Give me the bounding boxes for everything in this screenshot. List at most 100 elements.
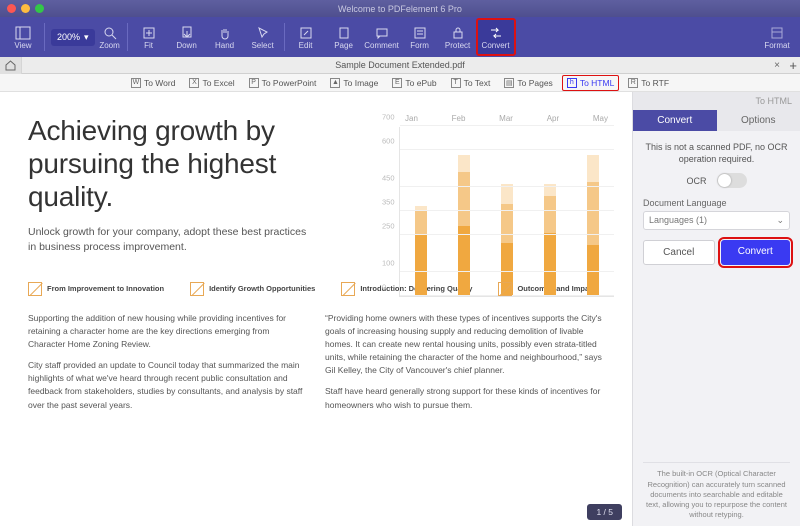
ppt-icon: P bbox=[249, 78, 259, 88]
feature-icon bbox=[498, 282, 512, 296]
html-icon: h bbox=[567, 78, 577, 88]
y-tick: 0 bbox=[382, 283, 386, 292]
month-label: Jan bbox=[405, 114, 418, 123]
y-tick: 100 bbox=[382, 258, 395, 267]
select-label: Select bbox=[251, 41, 273, 50]
to-epub-button[interactable]: ETo ePub bbox=[387, 75, 441, 91]
bar bbox=[458, 155, 470, 296]
page-indicator: 1 / 5 bbox=[587, 504, 622, 520]
document-canvas[interactable]: Achieving growth by pursuing the highest… bbox=[0, 92, 632, 526]
word-icon: W bbox=[131, 78, 141, 88]
body-columns: Supporting the addition of new housing w… bbox=[28, 312, 604, 420]
cancel-button[interactable]: Cancel bbox=[643, 240, 715, 265]
to-word-button[interactable]: WTo Word bbox=[126, 75, 181, 91]
month-label: May bbox=[593, 114, 608, 123]
feature-icon bbox=[28, 282, 42, 296]
page-label: Page bbox=[334, 41, 353, 50]
protect-button[interactable]: Protect bbox=[439, 19, 477, 55]
view-label: View bbox=[14, 41, 31, 50]
view-button[interactable]: View bbox=[4, 19, 42, 55]
epub-icon: E bbox=[392, 78, 402, 88]
convert-subbar: WTo Word XTo Excel PTo PowerPoint ▲To Im… bbox=[0, 74, 800, 92]
divider bbox=[284, 23, 285, 51]
hand-label: Hand bbox=[215, 41, 234, 50]
form-button[interactable]: Form bbox=[401, 19, 439, 55]
excel-icon: X bbox=[189, 78, 199, 88]
minimize-window-button[interactable] bbox=[21, 4, 30, 13]
format-button[interactable]: Format bbox=[758, 19, 796, 55]
window-title: Welcome to PDFelement 6 Pro bbox=[0, 4, 800, 14]
comment-label: Comment bbox=[364, 41, 399, 50]
feature-icon bbox=[190, 282, 204, 296]
language-select[interactable]: Languages (1)⌄ bbox=[643, 211, 790, 230]
select-button[interactable]: Select bbox=[244, 19, 282, 55]
feature-item: From Improvement to Innovation bbox=[28, 282, 164, 296]
edit-button[interactable]: Edit bbox=[287, 19, 325, 55]
y-tick: 350 bbox=[382, 198, 395, 207]
to-rtf-button[interactable]: RTo RTF bbox=[623, 75, 674, 91]
zoom-button[interactable]: Zoom bbox=[95, 19, 125, 55]
fit-label: Fit bbox=[144, 41, 153, 50]
form-label: Form bbox=[410, 41, 429, 50]
pane-tab-convert[interactable]: Convert bbox=[633, 110, 717, 131]
chart: JanFebMarAprMay 0100250350450600700 bbox=[399, 114, 614, 304]
home-tab[interactable] bbox=[0, 57, 22, 74]
pane-title: To HTML bbox=[633, 92, 800, 110]
to-pages-button[interactable]: ▤To Pages bbox=[499, 75, 557, 91]
zoom-label: Zoom bbox=[99, 41, 119, 50]
ocr-toggle[interactable] bbox=[717, 173, 747, 188]
y-tick: 450 bbox=[382, 173, 395, 182]
col2-p1: “Providing home owners with these types … bbox=[325, 312, 604, 378]
close-window-button[interactable] bbox=[7, 4, 16, 13]
col1-p1: Supporting the addition of new housing w… bbox=[28, 312, 307, 352]
bar bbox=[544, 184, 556, 296]
ocr-label: OCR bbox=[687, 176, 707, 186]
bar bbox=[501, 184, 513, 296]
titlebar: Welcome to PDFelement 6 Pro bbox=[0, 0, 800, 17]
tab-close-button[interactable]: × bbox=[774, 60, 780, 71]
down-label: Down bbox=[176, 41, 196, 50]
fit-button[interactable]: Fit bbox=[130, 19, 168, 55]
divider bbox=[44, 23, 45, 51]
document-tabbar: Sample Document Extended.pdf × + bbox=[0, 57, 800, 74]
bar bbox=[587, 155, 599, 296]
y-tick: 250 bbox=[382, 222, 395, 231]
pages-icon: ▤ bbox=[504, 78, 514, 88]
side-pane: To HTML Convert Options This is not a sc… bbox=[632, 92, 800, 526]
rtf-icon: R bbox=[628, 78, 638, 88]
new-tab-button[interactable]: + bbox=[789, 58, 797, 73]
month-label: Feb bbox=[452, 114, 466, 123]
divider bbox=[127, 23, 128, 51]
month-label: Mar bbox=[499, 114, 513, 123]
to-excel-button[interactable]: XTo Excel bbox=[184, 75, 239, 91]
down-button[interactable]: Down bbox=[168, 19, 206, 55]
col1-p2: City staff provided an update to Council… bbox=[28, 359, 307, 412]
convert-button[interactable]: Convert bbox=[477, 19, 515, 55]
tab-name[interactable]: Sample Document Extended.pdf bbox=[335, 60, 465, 70]
edit-label: Edit bbox=[299, 41, 313, 50]
to-image-button[interactable]: ▲To Image bbox=[325, 75, 383, 91]
doc-subtitle: Unlock growth for your company, adopt th… bbox=[28, 225, 313, 255]
convert-action-button[interactable]: Convert bbox=[721, 240, 791, 265]
feature-item: Identify Growth Opportunities bbox=[190, 282, 315, 296]
pane-tab-options[interactable]: Options bbox=[717, 110, 800, 131]
to-powerpoint-button[interactable]: PTo PowerPoint bbox=[244, 75, 322, 91]
pane-message: This is not a scanned PDF, no OCR operat… bbox=[643, 141, 790, 165]
month-label: Apr bbox=[547, 114, 559, 123]
doclang-label: Document Language bbox=[643, 198, 790, 208]
image-icon: ▲ bbox=[330, 78, 340, 88]
main-toolbar: View 200%▾ Zoom Fit Down Hand Select Edi… bbox=[0, 17, 800, 57]
maximize-window-button[interactable] bbox=[35, 4, 44, 13]
to-html-button[interactable]: hTo HTML bbox=[562, 75, 619, 91]
comment-button[interactable]: Comment bbox=[363, 19, 401, 55]
col2-p2: Staff have heard generally strong suppor… bbox=[325, 385, 604, 411]
y-tick: 700 bbox=[382, 113, 395, 122]
hand-button[interactable]: Hand bbox=[206, 19, 244, 55]
pane-footer: The built-in OCR (Optical Character Reco… bbox=[643, 462, 790, 520]
zoom-value[interactable]: 200%▾ bbox=[51, 29, 95, 46]
y-tick: 600 bbox=[382, 137, 395, 146]
to-text-button[interactable]: TTo Text bbox=[446, 75, 496, 91]
text-icon: T bbox=[451, 78, 461, 88]
page-button[interactable]: Page bbox=[325, 19, 363, 55]
bar bbox=[415, 206, 427, 296]
